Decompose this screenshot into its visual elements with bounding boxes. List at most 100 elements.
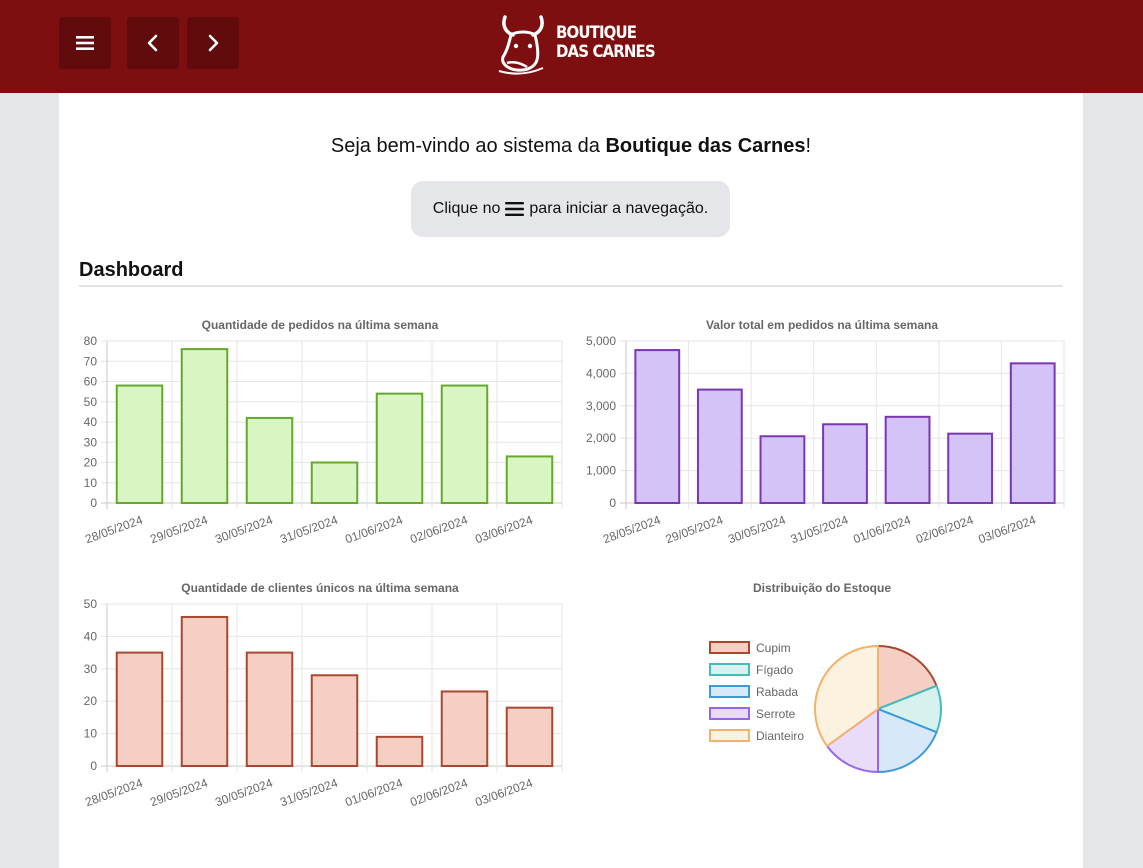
dashboard-title: Dashboard (79, 259, 184, 281)
chart-orders-value: Valor total em pedidos na última semana 0… (586, 318, 1065, 547)
y-tick-label: 10 (84, 727, 98, 741)
y-tick-label: 0 (90, 496, 97, 510)
welcome-prefix: Seja bem-vindo ao sistema da (330, 135, 606, 157)
y-tick-label: 0 (90, 759, 97, 773)
hamburger-menu-icon (76, 36, 94, 50)
navigation-hint: Clique no para iniciar a navegação. (411, 181, 730, 237)
chart-orders-count: Quantidade de pedidos na última semana01… (83, 318, 563, 547)
bar (505, 455, 554, 505)
bar (884, 415, 931, 504)
y-tick-label: 3,000 (586, 399, 616, 413)
bar (505, 706, 554, 767)
bar (822, 423, 868, 504)
y-tick-label: 50 (84, 395, 98, 409)
legend-label: Serrote (756, 707, 796, 721)
bar (634, 349, 681, 504)
chart-unique-clients: Quantidade de clientes únicos na última … (83, 581, 563, 810)
y-tick-label: 20 (84, 456, 98, 470)
y-tick-label: 30 (84, 435, 98, 449)
logo-line-1: BOUTIQUE (556, 23, 637, 43)
chart-title: Quantidade de clientes únicos na última … (181, 581, 459, 595)
x-tick-label: 01/06/2024 (343, 513, 405, 547)
bar (1009, 362, 1056, 504)
bar (440, 384, 489, 504)
y-tick-label: 5,000 (586, 334, 616, 348)
x-tick-label: 29/05/2024 (148, 776, 210, 810)
bar (180, 348, 229, 504)
hint-text-after: para iniciar a navegação. (529, 200, 709, 217)
y-tick-label: 40 (84, 629, 98, 643)
y-tick-label: 4,000 (586, 366, 616, 380)
bar (310, 674, 359, 767)
y-tick-label: 2,000 (586, 431, 616, 445)
welcome-suffix: ! (805, 135, 812, 157)
x-tick-label: 03/06/2024 (473, 776, 535, 810)
bar (759, 435, 806, 504)
chart-stock-distribution: Distribuição do Estoque Cupim Fígado Rabada… (709, 581, 942, 773)
x-tick-label: 28/05/2024 (601, 513, 663, 547)
x-tick-label: 03/06/2024 (977, 513, 1039, 547)
forward-button[interactable] (187, 17, 239, 69)
legend-swatch (709, 707, 750, 720)
top-bar: BOUTIQUE DAS CARNES (0, 0, 1143, 93)
legend-label: Fígado (756, 663, 794, 677)
brand-logo[interactable]: BOUTIQUE DAS CARNES (497, 13, 656, 75)
legend-swatch (709, 641, 750, 654)
y-tick-label: 40 (84, 415, 98, 429)
x-tick-label: 03/06/2024 (473, 513, 535, 547)
legend-label: Rabada (756, 685, 798, 699)
y-tick-label: 30 (84, 662, 98, 676)
y-tick-label: 60 (84, 375, 98, 389)
chart-title: Valor total em pedidos na última semana (706, 318, 938, 332)
bar (375, 392, 424, 504)
y-tick-label: 1,000 (586, 464, 616, 478)
bar (947, 432, 994, 504)
x-tick-label: 31/05/2024 (278, 513, 340, 547)
bar (245, 416, 294, 504)
x-tick-label: 29/05/2024 (664, 513, 726, 547)
x-tick-label: 29/05/2024 (148, 513, 210, 547)
chevron-left-icon (147, 34, 158, 52)
bar (696, 388, 743, 504)
x-tick-label: 01/06/2024 (343, 776, 405, 810)
y-tick-label: 0 (609, 496, 616, 510)
y-tick-label: 20 (84, 694, 98, 708)
x-tick-label: 02/06/2024 (914, 513, 976, 547)
legend-swatch (709, 685, 750, 698)
bar (115, 651, 164, 767)
bar (310, 461, 359, 504)
bar (180, 615, 229, 767)
welcome-message: Seja bem-vindo ao sistema da Boutique da… (59, 135, 1083, 158)
bar (115, 384, 164, 504)
chevron-right-icon (208, 34, 219, 52)
menu-button[interactable] (59, 17, 111, 69)
chart-title: Distribuição do Estoque (753, 581, 891, 595)
legend-label: Dianteiro (756, 729, 804, 743)
x-tick-label: 28/05/2024 (83, 513, 145, 547)
legend-swatch (709, 729, 750, 742)
bar (245, 651, 294, 767)
dashboard-divider (79, 285, 1063, 287)
legend-label: Cupim (756, 641, 791, 655)
chart-title: Quantidade de pedidos na última semana (202, 318, 439, 332)
x-tick-label: 02/06/2024 (408, 513, 470, 547)
legend-swatch (709, 663, 750, 676)
y-tick-label: 50 (84, 597, 98, 611)
y-tick-label: 80 (84, 334, 98, 348)
bull-head-icon (498, 15, 544, 75)
y-tick-label: 10 (84, 476, 98, 490)
x-tick-label: 30/05/2024 (213, 776, 275, 810)
hint-text-before: Clique no (432, 200, 501, 217)
x-tick-label: 28/05/2024 (83, 776, 145, 810)
hamburger-menu-icon (505, 202, 525, 216)
bar (375, 735, 424, 767)
x-tick-label: 31/05/2024 (278, 776, 340, 810)
x-tick-label: 30/05/2024 (726, 513, 788, 547)
x-tick-label: 01/06/2024 (851, 513, 913, 547)
welcome-brand: Boutique das Carnes (605, 135, 806, 157)
bar (440, 690, 489, 767)
x-tick-label: 31/05/2024 (789, 513, 851, 547)
x-tick-label: 30/05/2024 (213, 513, 275, 547)
back-button[interactable] (127, 17, 179, 69)
logo-text: BOUTIQUE DAS CARNES (556, 23, 656, 62)
